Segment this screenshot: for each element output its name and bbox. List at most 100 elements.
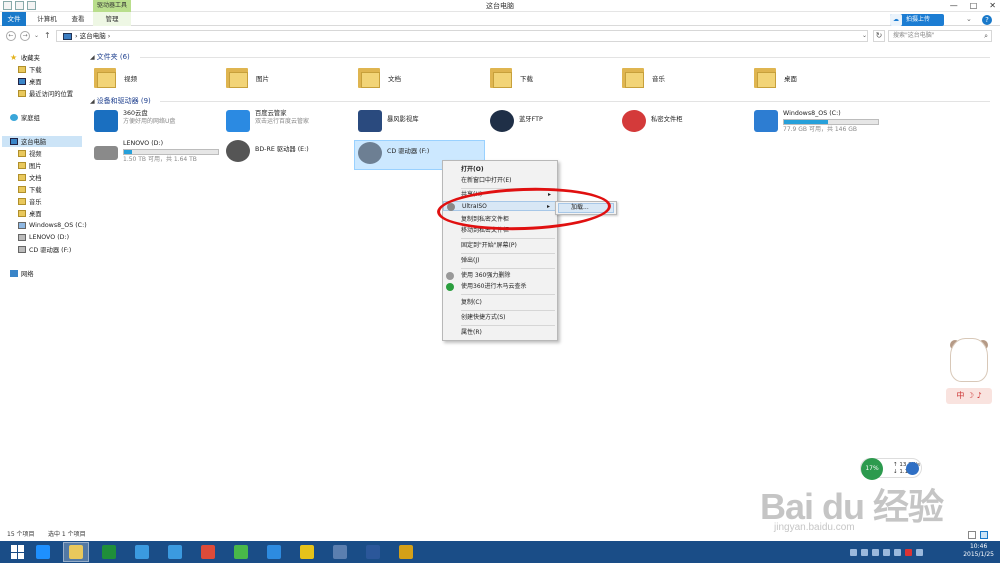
- chrome-icon: [201, 545, 215, 559]
- taskbar-excel-store-button[interactable]: [96, 542, 122, 562]
- taskbar-ie-button[interactable]: [30, 542, 56, 562]
- menu-item-open[interactable]: 打开(O): [443, 165, 557, 175]
- help-icon[interactable]: ?: [982, 15, 992, 25]
- nav-homegroup[interactable]: 家庭组: [10, 112, 40, 123]
- folder-music[interactable]: 音乐: [622, 68, 665, 88]
- folder-desktop[interactable]: 桌面: [754, 68, 797, 88]
- menu-item-properties[interactable]: 属性(R): [443, 328, 557, 338]
- input-method-bar[interactable]: 中 ☽ ♪: [946, 388, 992, 404]
- taskbar-chrome-button[interactable]: [195, 542, 221, 562]
- start-button[interactable]: [5, 542, 31, 562]
- search-input[interactable]: 搜索"这台电脑" ⌕: [888, 30, 992, 42]
- device-d-drive[interactable]: LENOVO (D:) 1.50 TB 可用，共 1.64 TB: [94, 140, 219, 164]
- taskbar-remote-button[interactable]: [327, 542, 353, 562]
- nav-item-desktop-pc[interactable]: 桌面: [18, 208, 42, 219]
- nav-item-music[interactable]: 音乐: [18, 196, 42, 207]
- folder-label: 下载: [520, 75, 533, 83]
- nav-item-downloads[interactable]: 下载: [18, 64, 42, 75]
- device-subtitle: 方便好用的网络U盘: [123, 118, 176, 125]
- tab-view[interactable]: 查看: [66, 12, 90, 26]
- refresh-button[interactable]: ↻: [873, 30, 885, 42]
- details-view-icon[interactable]: [968, 531, 976, 539]
- folder-label: 图片: [256, 75, 269, 83]
- tray-360-icon[interactable]: [861, 548, 868, 556]
- menu-item-copy[interactable]: 复制(C): [443, 298, 557, 308]
- menu-item-open-new-window[interactable]: 在新窗口中打开(E): [443, 176, 557, 186]
- nav-item-d-drive[interactable]: LENOVO (D:): [18, 232, 69, 243]
- recent-icon: [18, 90, 26, 97]
- devices-group-header[interactable]: ◢ 设备和驱动器 (9): [90, 96, 990, 106]
- back-button[interactable]: ←: [6, 31, 16, 41]
- 360-guard-icon: [234, 545, 248, 559]
- breadcrumb-chevron[interactable]: ›: [108, 32, 111, 40]
- folder-videos[interactable]: 视频: [94, 68, 137, 88]
- tab-computer[interactable]: 计算机: [30, 12, 64, 26]
- taskbar-baidu-cloud-button[interactable]: [162, 542, 188, 562]
- tray-ime-icon[interactable]: [905, 548, 912, 556]
- tray-arrow-icon[interactable]: [850, 548, 857, 556]
- folders-group-header[interactable]: ◢ 文件夹 (6): [90, 52, 990, 62]
- nav-item-pictures[interactable]: 图片: [18, 160, 42, 171]
- network-speed-widget[interactable]: 17% ↑ 13.2K/s ↓ 1.1K/s: [860, 458, 922, 480]
- tab-file[interactable]: 文件: [2, 12, 26, 26]
- taskbar-cloud360-button[interactable]: [129, 542, 155, 562]
- recent-locations-icon[interactable]: ⌄: [34, 32, 39, 39]
- device-f-drive[interactable]: CD 驱动器 (F:): [358, 142, 429, 164]
- clock[interactable]: 10:46 2015/1/25: [963, 543, 994, 559]
- menu-item-360-delete[interactable]: 使用 360强力删除: [443, 271, 557, 281]
- nav-this-pc[interactable]: 这台电脑: [10, 136, 46, 147]
- up-button[interactable]: ↑: [44, 31, 51, 40]
- selected-count: 选中 1 个项目: [48, 531, 86, 538]
- tray-flag-icon[interactable]: [894, 548, 901, 556]
- breadcrumb[interactable]: 这台电脑: [80, 32, 106, 40]
- expand-ribbon-icon[interactable]: ⌄: [966, 15, 972, 23]
- folder-pictures[interactable]: 图片: [226, 68, 269, 88]
- nav-item-desktop[interactable]: 桌面: [18, 76, 42, 87]
- taskbar-word-button[interactable]: [360, 542, 386, 562]
- menu-item-pin-start[interactable]: 固定到"开始"屏幕(P): [443, 241, 557, 251]
- nav-label: 音乐: [29, 199, 42, 206]
- menu-item-360-scan[interactable]: 使用360进行木马云查杀: [443, 282, 557, 292]
- forward-button[interactable]: →: [20, 31, 30, 41]
- menu-item-eject[interactable]: 弹出(J): [443, 256, 557, 266]
- breadcrumb-chevron[interactable]: ›: [75, 32, 78, 40]
- tiles-view-icon[interactable]: [980, 531, 988, 539]
- folder-downloads[interactable]: 下载: [490, 68, 533, 88]
- device-360-cloud[interactable]: 360云盘 方便好用的网络U盘: [94, 110, 175, 132]
- nav-item-recent[interactable]: 最近访问的位置: [18, 88, 73, 99]
- remote-icon: [333, 545, 347, 559]
- device-e-drive[interactable]: BD-RE 驱动器 (E:): [226, 140, 309, 162]
- nav-item-c-drive[interactable]: Windows8_OS (C:): [18, 220, 87, 231]
- desktop-pet-widget[interactable]: 中 ☽ ♪: [944, 338, 996, 410]
- bluetooth-icon: [490, 110, 514, 132]
- taskbar-360-browser-button[interactable]: [261, 542, 287, 562]
- minimize-button[interactable]: —: [950, 0, 958, 12]
- folder-icon: [18, 66, 26, 73]
- taskbar-games-button[interactable]: [294, 542, 320, 562]
- nav-item-documents[interactable]: 文档: [18, 172, 42, 183]
- address-bar[interactable]: › 这台电脑 ›: [56, 30, 868, 42]
- device-baidu-cloud[interactable]: 百度云管家 双击运行百度云管家: [226, 110, 309, 132]
- tray-network-icon[interactable]: [872, 548, 879, 556]
- address-history-icon[interactable]: ⌄: [862, 32, 867, 39]
- nav-item-f-drive[interactable]: CD 驱动器 (F:): [18, 244, 71, 255]
- tray-volume-icon[interactable]: [883, 548, 890, 556]
- tab-manage[interactable]: 管理: [93, 12, 131, 26]
- nav-item-downloads-pc[interactable]: 下载: [18, 184, 42, 195]
- cloud-upload-button[interactable]: ☁ 拍摄上传: [890, 14, 944, 26]
- tray-keyboard-icon[interactable]: [916, 548, 923, 556]
- taskbar-gallery-button[interactable]: [393, 542, 419, 562]
- maximize-button[interactable]: □: [970, 0, 978, 12]
- folder-documents[interactable]: 文档: [358, 68, 401, 88]
- close-button[interactable]: ✕: [989, 0, 996, 12]
- nav-network[interactable]: 网络: [10, 268, 34, 279]
- menu-item-create-shortcut[interactable]: 创建快捷方式(S): [443, 313, 557, 323]
- device-bluetooth-ftp[interactable]: 蓝牙FTP: [490, 110, 543, 132]
- device-private-locker[interactable]: 私密文件柜: [622, 110, 682, 132]
- device-c-drive[interactable]: Windows8_OS (C:) 77.9 GB 可用，共 146 GB: [754, 110, 879, 134]
- nav-favorites[interactable]: ★ 收藏夹: [10, 52, 40, 63]
- taskbar-360-guard-button[interactable]: [228, 542, 254, 562]
- nav-item-videos[interactable]: 视频: [18, 148, 42, 159]
- taskbar-explorer-button[interactable]: [63, 542, 89, 562]
- device-baofeng[interactable]: 暴风影视库: [358, 110, 418, 132]
